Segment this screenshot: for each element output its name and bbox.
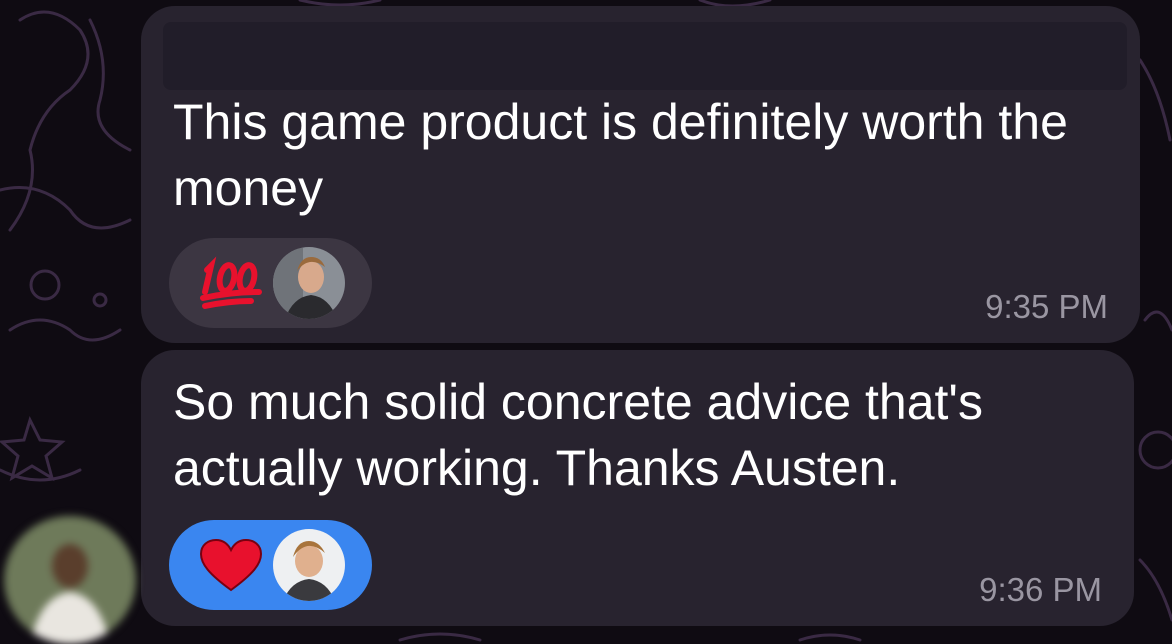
sender-avatar[interactable]: [4, 516, 136, 644]
sender-name-redacted: [163, 22, 1127, 90]
message-text: So much solid concrete advice that's act…: [173, 374, 997, 496]
message-text: This game product is definitely worth th…: [173, 94, 1082, 216]
red-heart-icon: [199, 538, 263, 592]
message-bubble[interactable]: This game product is definitely worth th…: [141, 6, 1140, 343]
reaction-pill[interactable]: [169, 520, 372, 610]
reactor-avatar: [273, 529, 345, 601]
hundred-points-icon: [200, 256, 262, 309]
message-timestamp: 9:36 PM: [979, 571, 1102, 608]
message-bubble[interactable]: So much solid concrete advice that's act…: [141, 350, 1134, 626]
reaction-pill[interactable]: [169, 238, 372, 328]
reactor-avatar: [273, 247, 345, 319]
message-timestamp: 9:35 PM: [985, 288, 1108, 325]
